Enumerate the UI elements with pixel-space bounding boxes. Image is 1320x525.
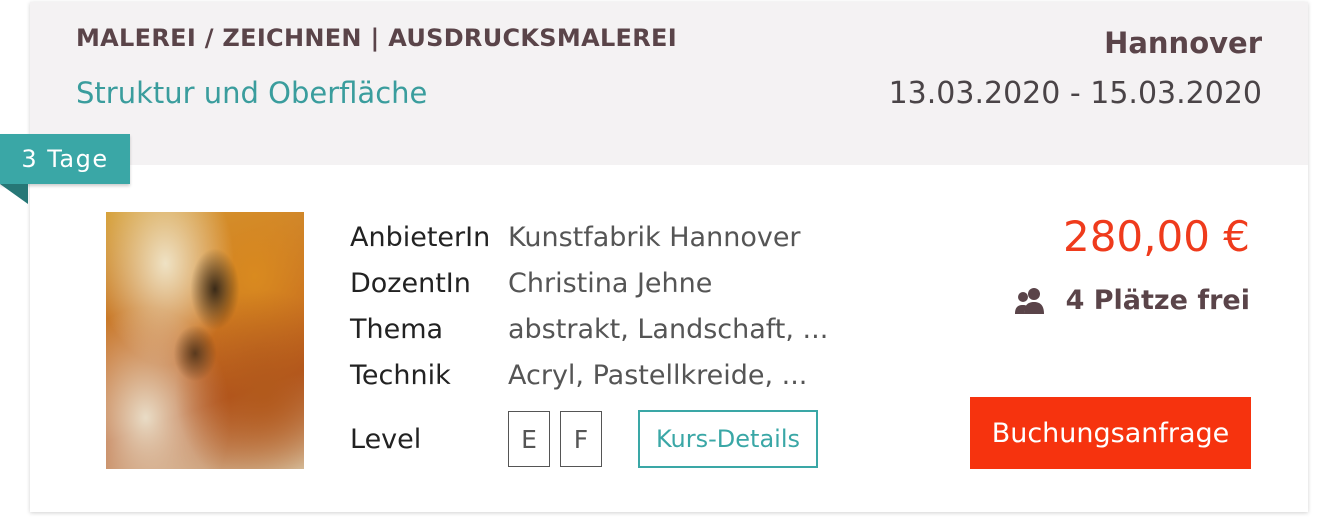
booking-request-button[interactable]: Buchungsanfrage <box>970 397 1251 469</box>
level-badge-f: F <box>560 411 602 467</box>
ribbon-fold <box>0 184 28 204</box>
detail-label: Thema <box>350 314 444 345</box>
detail-row-provider: AnbieterIn Kunstfabrik Hannover <box>350 215 828 261</box>
duration-ribbon: 3 Tage <box>0 134 130 184</box>
course-title-link[interactable]: Struktur und Oberfläche <box>76 76 427 110</box>
price: 280,00 € <box>1062 212 1250 261</box>
detail-label: AnbieterIn <box>350 222 491 253</box>
date-range: 13.03.2020 - 15.03.2020 <box>888 76 1262 111</box>
group-icon <box>1014 287 1044 314</box>
detail-value: Acryl, Pastellkreide, ... <box>508 360 808 391</box>
city-label: Hannover <box>1104 26 1262 60</box>
detail-value: Kunstfabrik Hannover <box>508 222 801 253</box>
seats-text: 4 Plätze frei <box>1065 285 1250 316</box>
detail-row-teacher: DozentIn Christina Jehne <box>350 261 828 307</box>
course-image[interactable] <box>106 212 304 469</box>
detail-value: abstrakt, Landschaft, ... <box>508 314 829 345</box>
card-header: MALEREI / ZEICHNEN | AUSDRUCKSMALEREI St… <box>30 2 1308 165</box>
detail-label: Technik <box>350 360 451 391</box>
course-details: AnbieterIn Kunstfabrik Hannover DozentIn… <box>350 215 828 399</box>
level-badge-e: E <box>508 411 550 467</box>
category-breadcrumb[interactable]: MALEREI / ZEICHNEN | AUSDRUCKSMALEREI <box>76 24 677 52</box>
level-label: Level <box>350 423 422 455</box>
level-row: Level E F Kurs-Details <box>350 410 818 468</box>
course-card: MALEREI / ZEICHNEN | AUSDRUCKSMALEREI St… <box>30 2 1308 512</box>
detail-label: DozentIn <box>350 268 471 299</box>
course-details-button[interactable]: Kurs-Details <box>638 410 818 468</box>
detail-value: Christina Jehne <box>508 268 713 299</box>
detail-row-technique: Technik Acryl, Pastellkreide, ... <box>350 353 828 399</box>
detail-row-topic: Thema abstrakt, Landschaft, ... <box>350 307 828 353</box>
seats-available: 4 Plätze frei <box>1014 285 1250 316</box>
